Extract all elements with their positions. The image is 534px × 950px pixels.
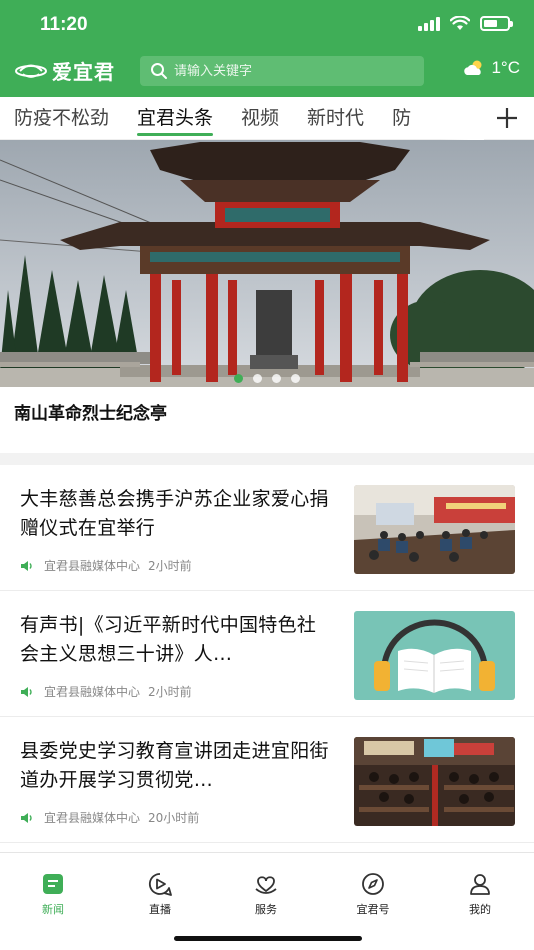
nav-label: 我的 [469,903,491,916]
user-icon [470,874,490,895]
weather-widget[interactable]: 1°C [462,58,520,78]
news-icon [43,874,63,894]
plus-icon[interactable] [492,103,522,133]
tab-fangyi[interactable]: 防疫不松劲 [14,97,109,140]
nav-label: 服务 [255,903,277,916]
news-thumbnail[interactable] [354,485,515,574]
news-time: 2小时前 [148,559,192,573]
search-icon [151,63,167,79]
nav-label: 宜君号 [356,903,390,916]
tab-partial[interactable]: 防 [392,97,411,140]
search-bar[interactable] [140,56,424,86]
tab-video[interactable]: 视频 [241,97,279,140]
hero-caption[interactable]: 南山革命烈士纪念亭 [0,387,534,453]
lecture-hall-photo [354,737,515,826]
meeting-room-photo [354,485,515,574]
speaker-icon[interactable] [20,686,34,698]
wifi-icon [450,16,470,30]
news-title[interactable]: 大丰慈善总会携手沪苏企业家爱心捐赠仪式在宜举行 [20,485,332,543]
nav-label: 直播 [149,903,171,916]
book-headphones-illustration [354,611,515,700]
news-thumbnail[interactable] [354,737,515,826]
news-list: 大丰慈善总会携手沪苏企业家爱心捐赠仪式在宜举行 宜君县融媒体中心 2小时前 有声… [0,465,534,843]
nav-live[interactable]: 直播 [120,871,200,917]
category-tabs: 防疫不松劲 宜君头条 视频 新时代 防 [0,97,534,140]
news-source: 宜君县融媒体中心 [44,811,141,825]
news-title[interactable]: 有声书|《习近平新时代中国特色社会主义思想三十讲》人… [20,611,332,669]
pavilion-photo [0,140,534,387]
partly-cloudy-icon [464,60,482,75]
news-item[interactable]: 有声书|《习近平新时代中国特色社会主义思想三十讲》人… 宜君县融媒体中心 2小时… [0,591,534,717]
news-item[interactable]: 县委党史学习教育宣讲团走进宜阳街道办开展学习贯彻党… 宜君县融媒体中心 20小时… [0,717,534,843]
carousel-dots[interactable] [0,374,534,383]
service-heart-icon [255,876,277,894]
section-divider [0,453,534,465]
carousel-dot[interactable] [253,374,262,383]
news-meta: 宜君县融媒体中心 20小时前 [20,809,199,826]
news-meta: 宜君县融媒体中心 2小时前 [20,557,192,574]
app-logo: 爱宜君 [14,56,115,85]
speaker-icon[interactable] [20,560,34,572]
cellular-signal-icon [418,16,440,31]
app-header: 11:20 爱宜君 请输入关键字 1°C [0,0,534,97]
home-indicator[interactable] [174,936,362,941]
logo-swirl-icon [15,64,47,78]
news-thumbnail[interactable] [354,611,515,700]
weather-temperature: 1°C [491,58,520,77]
nav-label: 新闻 [42,903,64,916]
carousel-dot[interactable] [291,374,300,383]
search-input[interactable] [174,63,404,79]
status-time: 11:20 [40,14,88,35]
news-source: 宜君县融媒体中心 [44,685,141,699]
news-meta: 宜君县融媒体中心 2小时前 [20,683,192,700]
news-source: 宜君县融媒体中心 [44,559,141,573]
hero-banner[interactable] [0,140,534,387]
logo-text: 爱宜君 [52,60,115,84]
news-time: 20小时前 [148,811,200,825]
nav-news[interactable]: 新闻 [13,871,93,917]
nav-mine[interactable]: 我的 [440,871,520,917]
status-icons [418,16,513,31]
status-bar: 11:20 [0,0,534,50]
news-item[interactable]: 大丰慈善总会携手沪苏企业家爱心捐赠仪式在宜举行 宜君县融媒体中心 2小时前 [0,465,534,591]
battery-icon [480,16,513,31]
nav-service[interactable]: 服务 [226,871,306,917]
news-time: 2小时前 [148,685,192,699]
tab-new-era[interactable]: 新时代 [307,97,364,140]
live-play-icon [148,873,172,896]
speaker-icon[interactable] [20,812,34,824]
compass-icon [362,873,384,895]
news-title[interactable]: 县委党史学习教育宣讲团走进宜阳街道办开展学习贯彻党… [20,737,332,795]
tab-yijun-toutiao[interactable]: 宜君头条 [137,97,214,140]
carousel-dot[interactable] [234,374,243,383]
carousel-dot[interactable] [272,374,281,383]
nav-yijunhao[interactable]: 宜君号 [333,871,413,917]
